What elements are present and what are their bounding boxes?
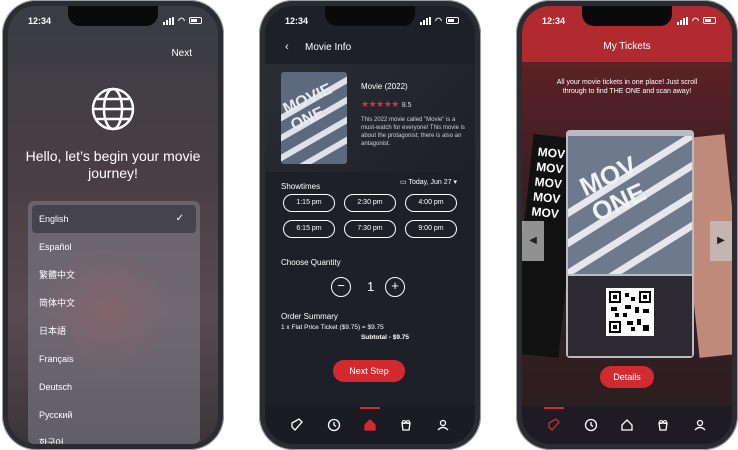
movie-title: Movie (2022) (361, 82, 408, 91)
showtime-button[interactable]: 6:15 pm (283, 220, 335, 238)
language-label: Русский (39, 410, 73, 420)
wifi-icon: ◠ (435, 16, 442, 25)
page-header: ‹ Movie Info (265, 38, 475, 60)
app-screens-showcase: 12:34 ◠ Next Hello, let’s begin your mov… (0, 0, 738, 450)
language-option[interactable]: Français (28, 345, 200, 373)
movie-info-screen: 12:34 ◠ ‹ Movie Info MOVIE ONE Movie (20… (265, 6, 475, 444)
page-title: My Tickets (603, 41, 651, 52)
language-label: Deutsch (39, 382, 73, 392)
next-step-button[interactable]: Next Step (333, 360, 405, 382)
popcorn-icon[interactable] (651, 415, 675, 435)
clock-icon[interactable] (322, 415, 346, 435)
carousel-next-arrow[interactable]: ▶ (710, 221, 732, 261)
notch (582, 6, 672, 26)
clock-icon[interactable] (579, 415, 603, 435)
language-option[interactable]: Español (28, 233, 200, 261)
rating-value: 8.5 (401, 102, 412, 109)
details-button[interactable]: Details (600, 366, 654, 388)
battery-icon (446, 17, 459, 24)
bottom-nav (522, 406, 732, 444)
language-option[interactable]: 日本語 (28, 317, 200, 345)
language-label: 繁體中文 (39, 270, 76, 280)
movie-poster: MOVIE ONE (281, 72, 347, 164)
tickets-subtitle: All your movie tickets in one place! Jus… (556, 79, 698, 95)
movie-details: Movie (2022) ★★★★★ 8.5 This 2022 movie ca… (361, 82, 465, 148)
quantity-label: Choose Quantity (281, 258, 341, 267)
minus-button[interactable]: − (331, 277, 351, 297)
date-label: Today, Jun 27 ▾ (408, 179, 457, 186)
page-title: Movie Info (305, 42, 352, 53)
language-screen: 12:34 ◠ Next Hello, let’s begin your mov… (8, 6, 218, 444)
battery-icon (189, 17, 202, 24)
popcorn-icon[interactable] (394, 415, 418, 435)
order-line: 1 x Flat Price Ticket ($9.75) = $9.75 (281, 324, 384, 331)
showtime-button[interactable]: 1:15 pm (283, 194, 335, 212)
showtime-button[interactable]: 4:00 pm (405, 194, 457, 212)
home-icon[interactable] (358, 407, 382, 435)
language-label: Español (39, 242, 72, 252)
phone-my-tickets: 12:34 ◠ My Tickets All your movie ticket… (516, 0, 738, 450)
language-label: Français (39, 354, 74, 364)
language-option[interactable]: 简体中文 (28, 289, 200, 317)
language-list: English ✓ Español 繁體中文简体中文日本語 Français Deutsc… (28, 201, 200, 444)
star-rating-icon: ★★★★★ (361, 99, 399, 109)
next-button[interactable]: Next (171, 48, 192, 59)
language-option[interactable]: 繁體中文 (28, 261, 200, 289)
welcome-title: Hello, let’s begin your movie journey! (25, 148, 201, 181)
globe-icon (91, 87, 135, 131)
ticket-poster: MOV ONE (568, 136, 692, 274)
quantity-stepper: − 1 + (331, 277, 411, 297)
profile-icon[interactable] (431, 415, 455, 435)
plus-button[interactable]: + (385, 277, 405, 297)
checkmark-icon: ✓ (175, 213, 184, 224)
language-option[interactable]: 한국어 (28, 429, 200, 444)
signal-icon (163, 16, 175, 25)
battery-icon (703, 17, 716, 24)
signal-icon (677, 16, 689, 25)
language-label: 한국어 (39, 438, 64, 444)
carousel-prev-arrow[interactable]: ◀ (522, 221, 544, 261)
status-time: 12:34 (28, 16, 52, 26)
language-label: 日本語 (39, 326, 67, 336)
signal-icon (420, 16, 432, 25)
showtime-button[interactable]: 2:30 pm (344, 194, 396, 212)
bottom-nav (265, 406, 475, 444)
home-icon[interactable] (615, 415, 639, 435)
language-option[interactable]: Deutsch (28, 373, 200, 401)
order-summary-label: Order Summary (281, 312, 338, 321)
showtimes-label: Showtimes (281, 182, 321, 191)
movie-description: This 2022 movie called "Movie" is a must… (361, 117, 465, 147)
qr-code-icon (606, 288, 654, 336)
phone-movie-info: 12:34 ◠ ‹ Movie Info MOVIE ONE Movie (20… (259, 0, 481, 450)
language-label: 简体中文 (39, 298, 76, 308)
tickets-screen: 12:34 ◠ My Tickets All your movie ticket… (522, 6, 732, 444)
showtime-button[interactable]: 9:00 pm (405, 220, 457, 238)
wifi-icon: ◠ (692, 16, 699, 25)
language-label: English (39, 214, 69, 224)
subtotal: Subtotal - $9.75 (360, 334, 409, 341)
date-picker[interactable]: ▭ Today, Jun 27 ▾ (400, 178, 457, 186)
status-time: 12:34 (542, 16, 566, 26)
ticket-icon[interactable] (285, 415, 309, 435)
back-chevron-icon[interactable]: ‹ (285, 41, 289, 53)
language-option[interactable]: English ✓ (32, 205, 196, 233)
profile-icon[interactable] (688, 415, 712, 435)
language-option[interactable]: Русский (28, 401, 200, 429)
ticket-icon[interactable] (542, 407, 566, 435)
notch (68, 6, 158, 26)
notch (325, 6, 415, 26)
status-time: 12:34 (285, 16, 309, 26)
showtime-button[interactable]: 7:30 pm (344, 220, 396, 238)
phone-language-select: 12:34 ◠ Next Hello, let’s begin your mov… (2, 0, 224, 450)
showtime-list: 1:15 pm 2:30 pm 4:00 pm 6:15 pm 7:30 pm 9:00 … (283, 194, 459, 238)
quantity-value: 1 (367, 279, 375, 294)
wifi-icon: ◠ (178, 16, 185, 25)
ticket-poster-text: MOV ONE (574, 149, 651, 228)
